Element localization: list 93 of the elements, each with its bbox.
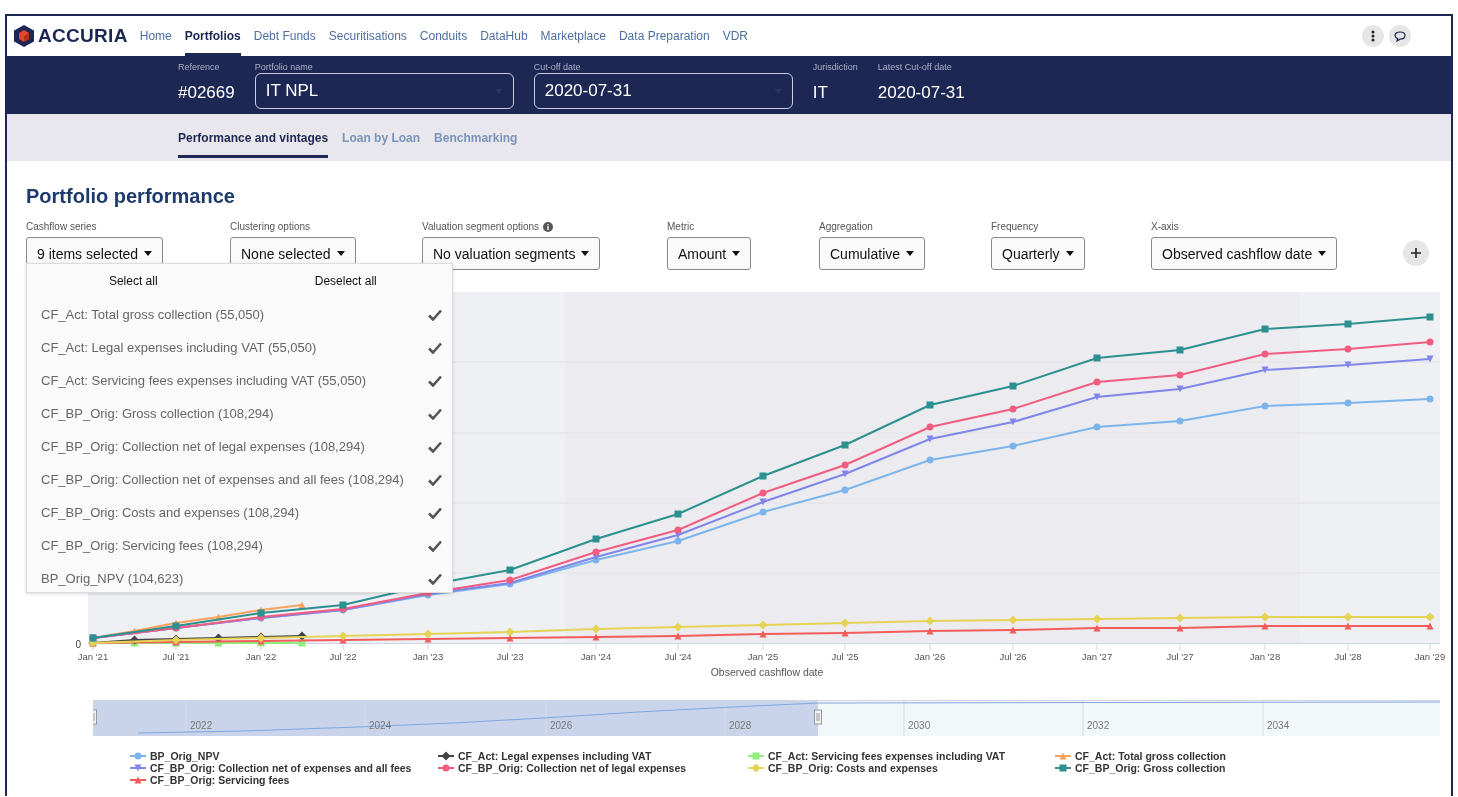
filter-label: Cashflow series: [26, 221, 97, 232]
x-tick-label: Jul '23: [496, 651, 524, 662]
menu-item[interactable]: CF_BP_Orig: Collection net of legal expenses (108,294): [27, 430, 452, 463]
legend-label[interactable]: CF_BP_Orig: Collection net of legal expenses: [458, 762, 687, 774]
filter-label: X-axis: [1151, 221, 1179, 232]
nav-link[interactable]: Conduits: [419, 16, 468, 56]
legend-label[interactable]: CF_Act: Total gross collection: [1075, 750, 1226, 762]
menu-item[interactable]: CF_BP_Orig: Gross collection (108,294): [27, 397, 452, 430]
x-tick-label: Jan '22: [245, 651, 277, 662]
x-tick-label: Jan '26: [914, 651, 946, 662]
x-tick-label: Jan '23: [412, 651, 444, 662]
dropdown-button[interactable]: Cumulative: [819, 237, 926, 270]
field-label: Latest Cut-off date: [877, 62, 953, 73]
nav-link[interactable]: Marketplace: [540, 16, 606, 56]
more-options-icon[interactable]: [1362, 25, 1384, 47]
x-tick-label: Jan '29: [1414, 651, 1446, 662]
menu-item[interactable]: CF_Act: Total gross collection (55,050): [27, 298, 452, 331]
chat-icon[interactable]: [1389, 25, 1411, 47]
brand-name: ACCURIA: [38, 25, 128, 47]
caret-icon: [1318, 251, 1327, 256]
sub-tab[interactable]: Performance and vintages: [178, 118, 329, 158]
add-icon[interactable]: [1403, 240, 1429, 266]
nav-link[interactable]: VDR: [722, 16, 749, 56]
caret-icon: [1065, 251, 1074, 256]
info-icon[interactable]: [543, 221, 554, 232]
range-handle[interactable]: [814, 709, 822, 725]
caret-icon: [144, 251, 153, 256]
logo-icon: [13, 24, 35, 48]
filter-label: Frequency: [991, 221, 1039, 232]
field-value: IT: [812, 82, 829, 104]
x-tick-label: Jan '24: [580, 651, 612, 662]
nav-link[interactable]: DataHub: [480, 16, 528, 56]
axis-title: Observed cashflow date: [710, 666, 824, 678]
x-tick-label: Jul '22: [329, 651, 357, 662]
legend-label[interactable]: CF_BP_Orig: Gross collection: [1075, 762, 1226, 774]
x-tick-label: Jul '21: [162, 651, 190, 662]
caret-icon: [732, 251, 741, 256]
field-value: 2020-07-31: [877, 82, 965, 104]
x-tick-label: Jan '28: [1249, 651, 1281, 662]
nav-link[interactable]: Home: [139, 16, 172, 56]
menu-item[interactable]: CF_BP_Orig: Costs and expenses (108,294): [27, 496, 452, 529]
filter-label: Metric: [667, 221, 695, 232]
menu-item[interactable]: CF_BP_Orig: Collection net of expenses and all fees (108,294): [27, 463, 452, 496]
navigator-label: 2022: [190, 720, 213, 731]
caret-icon: [906, 251, 915, 256]
select-field[interactable]: 2020-07-31: [533, 73, 793, 109]
x-tick-label: Jan '21: [77, 651, 109, 662]
caret-icon: [336, 251, 345, 256]
range-handle[interactable]: [93, 709, 97, 725]
legend-label[interactable]: CF_Act: Legal expenses including VAT: [458, 750, 652, 762]
x-tick-label: Jan '25: [747, 651, 779, 662]
nav-link[interactable]: Debt Funds: [253, 16, 316, 56]
select-field[interactable]: IT NPL: [254, 73, 514, 109]
legend-label[interactable]: CF_BP_Orig: Costs and expenses: [768, 762, 938, 774]
x-tick-label: Jul '28: [1334, 651, 1362, 662]
navigator-label: 2026: [550, 720, 573, 731]
x-tick-label: Jul '26: [999, 651, 1027, 662]
x-tick-label: Jul '25: [831, 651, 859, 662]
dropdown-button[interactable]: Quarterly: [991, 237, 1085, 270]
x-tick-label: Jul '27: [1166, 651, 1194, 662]
field-label: Reference: [178, 62, 221, 73]
legend-label[interactable]: CF_BP_Orig: Collection net of expenses and all fees: [150, 762, 412, 774]
section-title: Portfolio performance: [26, 185, 236, 209]
dropdown-button[interactable]: Amount: [667, 237, 752, 270]
x-tick-label: Jul '24: [664, 651, 692, 662]
caret-icon: [581, 251, 590, 256]
navigator-label: 2028: [729, 720, 752, 731]
navigator-label: 2024: [369, 720, 392, 731]
filter-label: Aggregation: [819, 221, 873, 232]
filter-label: Clustering options: [230, 221, 311, 232]
legend-label[interactable]: BP_Orig_NPV: [150, 750, 220, 762]
navigator-label: 2034: [1267, 720, 1290, 731]
y-tick-label: 0: [75, 639, 81, 650]
nav-link[interactable]: Securitisations: [328, 16, 407, 56]
legend-label[interactable]: CF_Act: Servicing fees expenses including VAT: [768, 750, 1006, 762]
deselect-all-button[interactable]: Deselect all: [239, 274, 452, 288]
dropdown-button[interactable]: No valuation segments: [422, 237, 601, 270]
menu-item[interactable]: CF_Act: Legal expenses including VAT (55,050): [27, 331, 452, 364]
nav-link[interactable]: Data Preparation: [618, 16, 710, 56]
field-value: #02669: [178, 82, 235, 104]
menu-item[interactable]: CF_Act: Servicing fees expenses including VAT (55,050): [27, 364, 452, 397]
menu-item[interactable]: BP_Orig_NPV (104,623): [27, 562, 452, 595]
field-label: Cut-off date: [533, 62, 582, 73]
field-label: Jurisdiction: [812, 62, 858, 73]
select-all-button[interactable]: Select all: [27, 274, 240, 288]
menu-item[interactable]: CF_BP_Orig: Servicing fees (108,294): [27, 529, 452, 562]
filter-label: Valuation segment options: [422, 221, 540, 232]
navigator-label: 2030: [908, 720, 931, 731]
legend-label[interactable]: CF_BP_Orig: Servicing fees: [150, 774, 290, 786]
navigator-label: 2032: [1087, 720, 1110, 731]
field-label: Portfolio name: [254, 62, 314, 73]
x-tick-label: Jan '27: [1081, 651, 1113, 662]
dropdown-button[interactable]: Observed cashflow date: [1151, 237, 1338, 270]
